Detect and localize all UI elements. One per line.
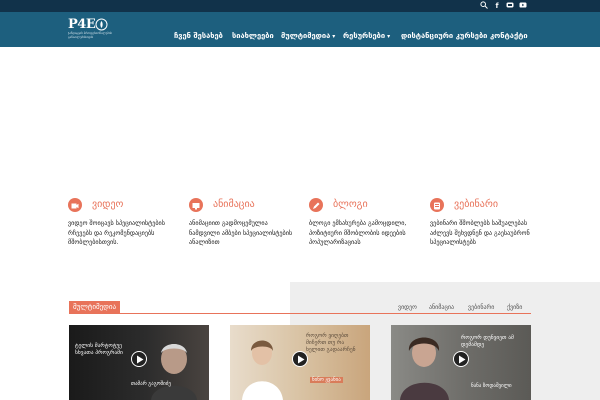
tab-video[interactable]: ვიდეო [398, 303, 417, 312]
person-image [151, 344, 197, 400]
youtube-icon[interactable] [518, 1, 528, 11]
tab-quiz[interactable]: ქვიზი [507, 303, 522, 312]
chevron-down-icon: ▾ [332, 33, 336, 40]
video-speaker-name: ნინო ჟვანია [310, 377, 343, 383]
feature-title[interactable]: ვიდეო [92, 198, 123, 212]
feature-description: ანიმაციით გადმოცემულია ნამდვილი ამბები ს… [189, 220, 293, 246]
facebook-icon[interactable]: f [492, 1, 502, 11]
pen-icon [309, 198, 323, 212]
play-button-icon[interactable] [131, 351, 147, 367]
chevron-down-icon: ▾ [387, 33, 391, 40]
video-caption: ტელის მარტოტუე სხვათა პროგრამი [75, 343, 123, 356]
feature-title[interactable]: ანიმაცია [213, 198, 255, 212]
nav-item-contact[interactable]: კონტაქტი [490, 29, 528, 43]
person-image [242, 340, 283, 400]
site-header: P4E ჯანდაცვის პროფესიონალების განათლების… [0, 12, 600, 47]
video-thumbnail[interactable]: ტელის მარტოტუე სხვათა პროგრამი თამარ გაგ… [69, 325, 209, 400]
feature-description: ვიდეო შოიცავს სპეციალისტების რჩევებს და … [68, 220, 165, 246]
tab-webinar[interactable]: ვებინარი [468, 303, 494, 312]
multimedia-section-title: მულტიმედია [69, 301, 121, 313]
search-icon[interactable] [479, 1, 489, 11]
nav-item-resources[interactable]: რესურსები ▾ [343, 29, 390, 44]
tab-animation[interactable]: ანიმაცია [429, 303, 454, 312]
nav-item-distance-courses[interactable]: დისტანციური კურსები [401, 29, 487, 43]
email-icon[interactable] [505, 1, 515, 11]
video-speaker-name: თამარ გაგოშიძე [131, 381, 171, 387]
feature-title[interactable]: ბლოგი [333, 198, 368, 212]
video-icon [68, 198, 82, 212]
hero-area [0, 47, 600, 167]
video-thumbnail[interactable]: როგორ ვიღებთ მიჩერთ თუ რა ხელით გადაარჩე… [230, 325, 370, 400]
webinar-icon [430, 198, 444, 212]
feature-description: ვებინარი შშობლებს საშუალებას აძლევს შეხვ… [430, 220, 530, 246]
person-image [400, 337, 449, 400]
nav-item-about[interactable]: ჩვენ შესახებ [174, 29, 223, 43]
main-navigation: ჩვენ შესახებ სიახლეები მულტიმედია ▾ რესურ… [0, 29, 600, 43]
play-button-icon[interactable] [453, 351, 469, 367]
video-speaker-name: ნანა ზოდაშვილი [471, 383, 512, 389]
feature-description: ბლოგი ემსახურება გამოცდილი, პოზიტიური მშ… [309, 220, 407, 246]
nav-item-multimedia[interactable]: მულტიმედია ▾ [281, 29, 335, 44]
video-caption: როგორ ვიღებთ მიჩერთ თუ რა ხელით გადაარჩე… [306, 333, 356, 353]
section-divider [69, 313, 531, 314]
play-button-icon[interactable] [292, 351, 308, 367]
nav-item-news[interactable]: სიახლეები [232, 29, 274, 43]
video-caption: როგორ დუნვიეთ ამ დემამდე [461, 335, 514, 348]
animation-icon [189, 198, 203, 212]
top-utility-bar: f [0, 0, 600, 12]
video-thumbnail[interactable]: როგორ დუნვიეთ ამ დემამდე ნანა ზოდაშვილი [391, 325, 531, 400]
feature-title[interactable]: ვებინარი [454, 198, 498, 212]
